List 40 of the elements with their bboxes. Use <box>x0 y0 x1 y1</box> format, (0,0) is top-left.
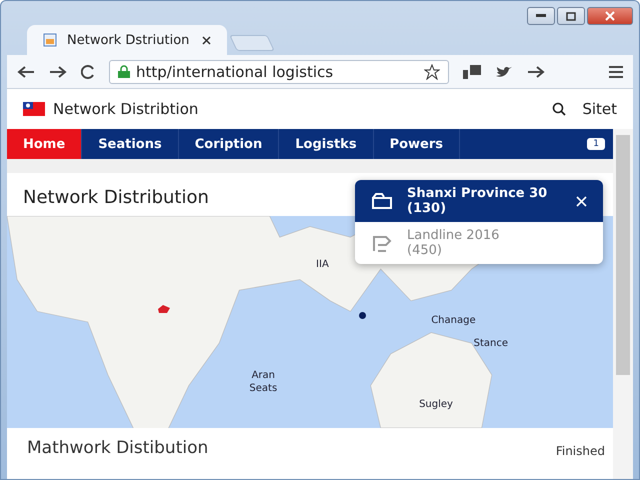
scrollbar[interactable] <box>613 129 633 479</box>
count-badge: 1 <box>587 138 605 150</box>
maximize-icon <box>566 12 576 20</box>
address-field[interactable]: http/international logistics <box>109 60 449 84</box>
flag-icon <box>23 102 45 116</box>
map-label: Sugley <box>419 398 453 412</box>
browser-tab[interactable]: Network Dstriution <box>27 25 227 55</box>
map-label: Stance <box>474 336 508 350</box>
minimize-button[interactable] <box>527 7 555 25</box>
section-title: Network Distribution <box>22 186 210 210</box>
back-arrow-icon[interactable] <box>17 64 35 78</box>
close-icon <box>605 11 615 21</box>
maximize-button[interactable] <box>557 7 585 25</box>
cast-icon[interactable] <box>463 64 481 78</box>
section-title: Mathwork Distibution <box>27 438 210 458</box>
location-dot-icon <box>359 312 366 319</box>
popup-item[interactable]: Shanxi Province 30 (130) <box>355 180 603 222</box>
folder-icon <box>371 192 393 210</box>
lock-icon <box>118 65 130 78</box>
location-marker-icon <box>157 304 171 314</box>
bird-icon[interactable] <box>495 64 513 78</box>
forward-arrow-icon[interactable] <box>527 64 545 78</box>
reload-icon[interactable] <box>81 64 95 78</box>
nav-tab[interactable]: Home <box>7 129 82 159</box>
minimize-icon <box>536 14 546 18</box>
close-button[interactable] <box>587 7 633 25</box>
forward-arrow-icon[interactable] <box>49 64 67 78</box>
menu-icon[interactable] <box>609 66 623 78</box>
route-icon <box>371 234 393 252</box>
map-label: Aran Seats <box>249 368 278 395</box>
status-text: Finished <box>556 444 605 458</box>
search-link[interactable]: Sitet <box>582 100 617 118</box>
popup-item[interactable]: Landline 2016 (450) <box>355 222 603 264</box>
search-icon[interactable] <box>552 102 566 116</box>
close-icon[interactable] <box>202 36 211 44</box>
site-title: Network Distribtion <box>53 100 198 118</box>
star-icon[interactable] <box>424 64 440 80</box>
map-label: IIA <box>316 258 329 272</box>
map-label: Chanage <box>431 314 476 327</box>
page-icon <box>43 33 57 47</box>
